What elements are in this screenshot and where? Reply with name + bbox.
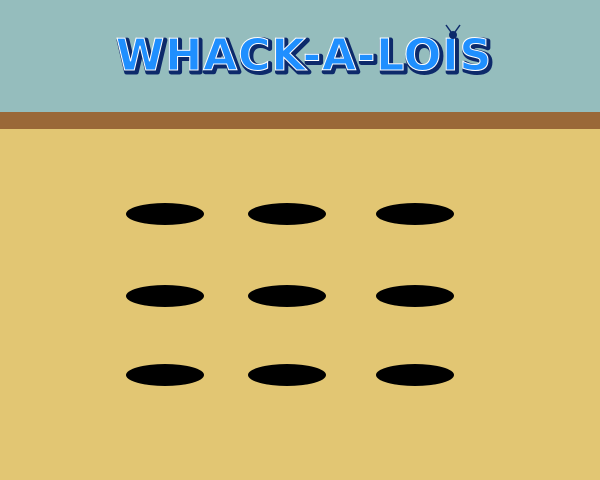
game-title-logo: WHACK-A-LOIS WHACK-A-LOIS <box>115 24 496 84</box>
mole-hole[interactable] <box>376 285 454 307</box>
dirt-strip <box>0 112 600 129</box>
mole-hole[interactable] <box>248 203 326 225</box>
mole-hole[interactable] <box>248 285 326 307</box>
game-title: WHACK-A-LOIS <box>116 30 492 81</box>
mole-hole[interactable] <box>126 285 204 307</box>
mole-hole[interactable] <box>376 203 454 225</box>
mole-hole[interactable] <box>248 364 326 386</box>
mole-hole[interactable] <box>126 364 204 386</box>
mole-hole[interactable] <box>126 203 204 225</box>
mole-hole[interactable] <box>376 364 454 386</box>
